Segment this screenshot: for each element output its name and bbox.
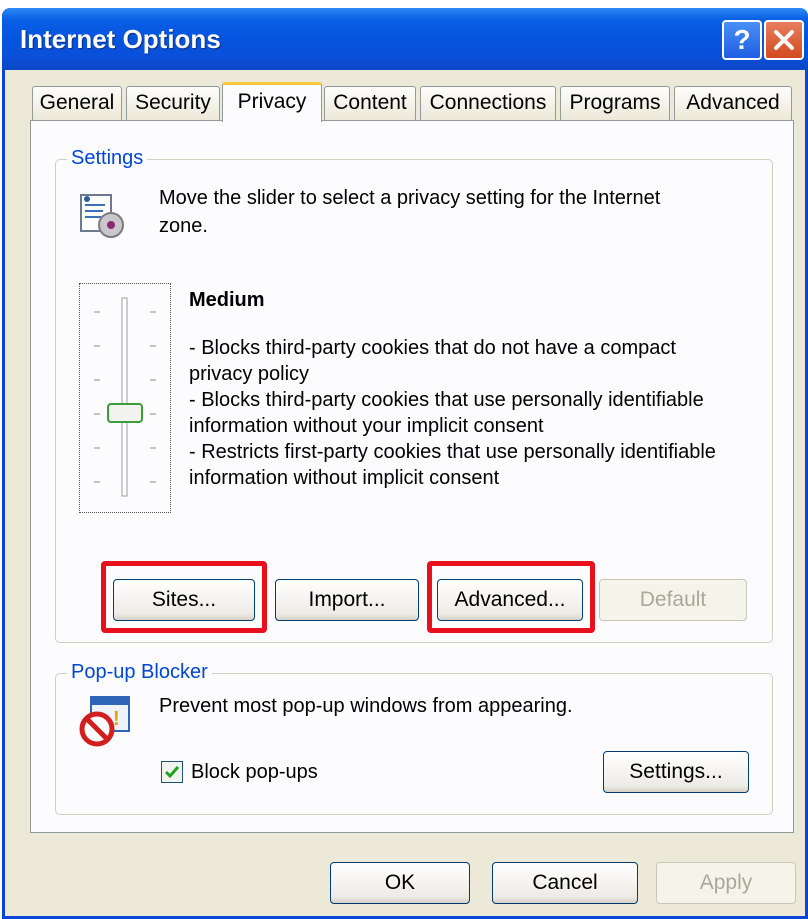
tab-privacy[interactable]: Privacy bbox=[222, 82, 322, 122]
ok-button[interactable]: OK bbox=[330, 862, 470, 904]
sites-button[interactable]: Sites... bbox=[113, 579, 255, 621]
help-button[interactable]: ? bbox=[722, 20, 762, 60]
checkmark-icon bbox=[164, 766, 180, 779]
close-icon bbox=[774, 30, 794, 50]
apply-button[interactable]: Apply bbox=[656, 862, 796, 904]
window-title: Internet Options bbox=[20, 24, 221, 54]
description-line: - Blocks third-party cookies that do not… bbox=[189, 337, 676, 359]
block-popups-label[interactable]: Block pop-ups bbox=[191, 759, 318, 785]
title-bar[interactable]: Internet Options ? bbox=[2, 8, 808, 70]
cancel-button[interactable]: Cancel bbox=[492, 862, 638, 904]
instruction-line-1: Move the slider to select a privacy sett… bbox=[159, 187, 661, 209]
popup-blocker-icon: ! bbox=[79, 696, 130, 747]
privacy-tab-page: Settings Move the slider to select a pri… bbox=[30, 120, 794, 833]
description-line: - Blocks third-party cookies that use pe… bbox=[189, 389, 704, 411]
description-line: - Restricts first-party cookies that use… bbox=[189, 441, 716, 463]
tab-strip: General Security Privacy Content Connect… bbox=[32, 82, 802, 122]
popup-settings-button[interactable]: Settings... bbox=[603, 751, 749, 793]
block-popups-checkbox[interactable] bbox=[161, 761, 183, 783]
instruction-line-2: zone. bbox=[159, 215, 208, 237]
privacy-document-icon bbox=[80, 194, 124, 238]
popup-blocker-group-label: Pop-up Blocker bbox=[67, 661, 212, 684]
tab-content[interactable]: Content bbox=[324, 86, 416, 120]
tab-advanced[interactable]: Advanced bbox=[674, 86, 792, 120]
advanced-button[interactable]: Advanced... bbox=[437, 579, 583, 621]
import-button[interactable]: Import... bbox=[275, 579, 419, 621]
popup-description: Prevent most pop-up windows from appeari… bbox=[159, 695, 573, 717]
description-line: information without implicit consent bbox=[189, 467, 500, 489]
tab-programs[interactable]: Programs bbox=[560, 86, 670, 120]
description-line: information without your implicit consen… bbox=[189, 415, 544, 437]
question-mark-icon: ? bbox=[733, 24, 751, 55]
tab-security[interactable]: Security bbox=[126, 86, 220, 120]
privacy-level-description: - Blocks third-party cookies that do not… bbox=[189, 335, 769, 491]
settings-group-label: Settings bbox=[67, 147, 148, 170]
close-button[interactable] bbox=[764, 20, 804, 60]
privacy-slider[interactable] bbox=[79, 283, 171, 513]
description-line: privacy policy bbox=[189, 363, 310, 385]
privacy-level-title: Medium bbox=[189, 289, 265, 311]
slider-track bbox=[94, 297, 156, 497]
slider-thumb bbox=[107, 403, 143, 423]
tab-connections[interactable]: Connections bbox=[420, 86, 556, 120]
tab-general[interactable]: General bbox=[32, 86, 122, 120]
default-button[interactable]: Default bbox=[599, 579, 747, 621]
